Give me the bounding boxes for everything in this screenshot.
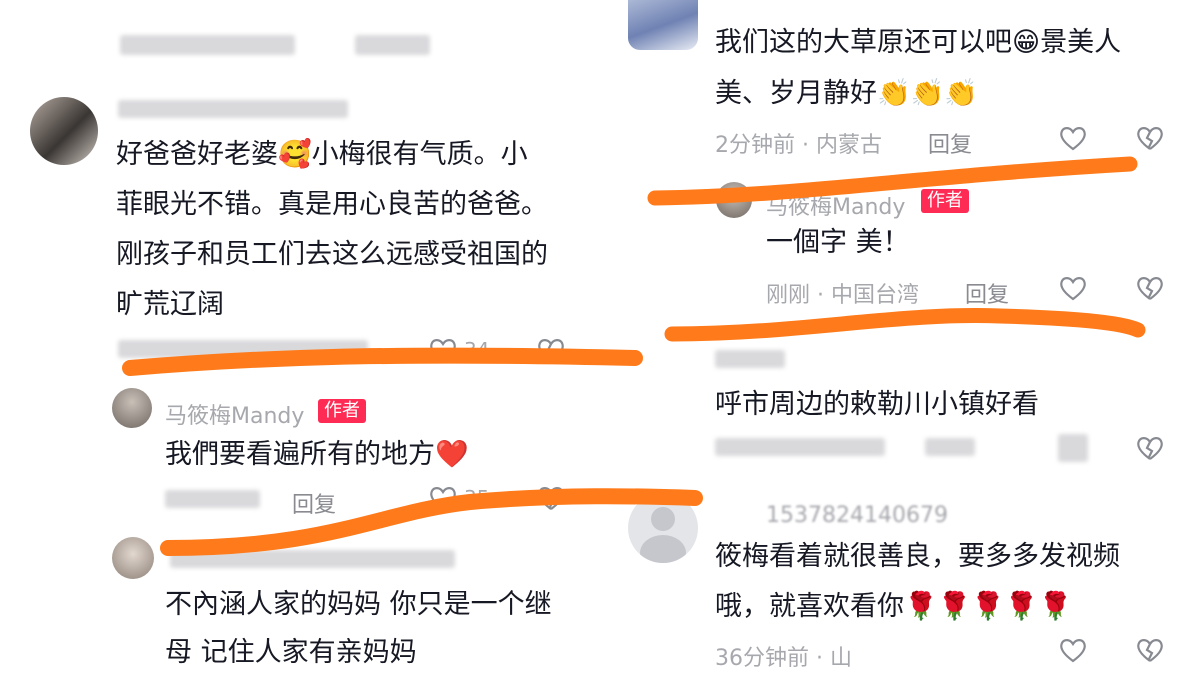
orange-marker-strokes — [122, 156, 1146, 556]
marker-stroke-right-1 — [647, 156, 1138, 206]
marker-stroke-left-2 — [160, 488, 703, 556]
marker-stroke-left-1 — [122, 347, 643, 376]
marker-stroke-right-2 — [664, 308, 1146, 342]
